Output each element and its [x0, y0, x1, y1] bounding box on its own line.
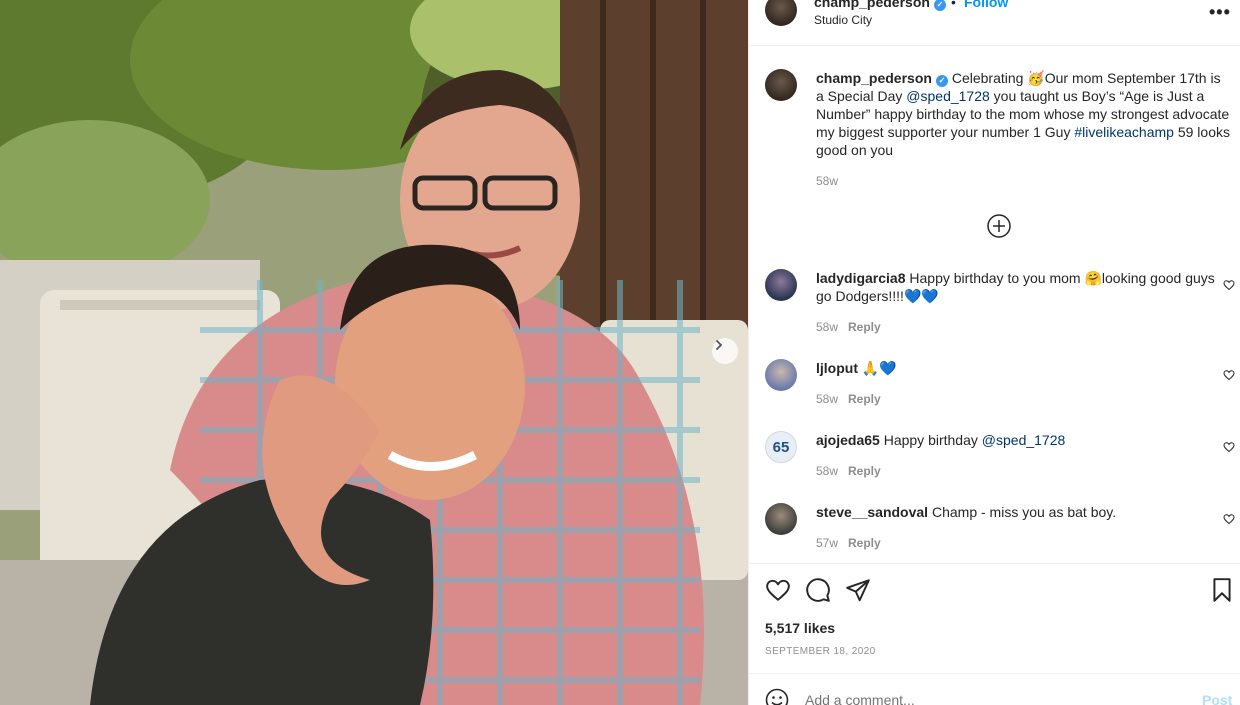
- caption-time[interactable]: 58w: [816, 174, 838, 188]
- comment-username[interactable]: steve__sandoval: [816, 504, 928, 520]
- comment-avatar[interactable]: [765, 359, 797, 391]
- heart-icon[interactable]: [765, 577, 791, 603]
- post-detail-panel: champ_pederson ✓ • Follow Studio City •••…: [748, 0, 1240, 705]
- add-comment-bar: Post: [749, 673, 1240, 705]
- comment-body: Happy birthday: [879, 432, 982, 448]
- header-separator: •: [951, 0, 956, 10]
- post-location[interactable]: Studio City: [814, 13, 872, 27]
- comment-body: 🙏💙: [858, 360, 897, 376]
- verified-badge-icon: ✓: [933, 0, 946, 11]
- plus-circle-icon[interactable]: [987, 214, 1011, 238]
- reply-button[interactable]: Reply: [848, 320, 881, 334]
- comment-time[interactable]: 58w: [816, 464, 838, 478]
- comment-meta: 58w Reply: [816, 392, 881, 406]
- comment-avatar[interactable]: [765, 503, 797, 535]
- comment-time[interactable]: 57w: [816, 536, 838, 550]
- next-photo-button[interactable]: [712, 338, 738, 364]
- post-photo-illustration: [0, 0, 748, 705]
- post-actions: 5,517 likes SEPTEMBER 18, 2020: [749, 563, 1240, 673]
- author-username[interactable]: champ_pederson ✓: [814, 0, 946, 11]
- comment-like-heart-icon[interactable]: [1223, 279, 1235, 291]
- post-date[interactable]: SEPTEMBER 18, 2020: [765, 646, 876, 657]
- emoji-icon[interactable]: [765, 688, 789, 705]
- post-photo: [0, 0, 748, 705]
- caption-hashtag[interactable]: #livelikeachamp: [1074, 124, 1174, 140]
- comment-text: ladydigarcia8 Happy birthday to you mom …: [816, 269, 1231, 305]
- paper-plane-icon[interactable]: [845, 577, 871, 603]
- comment-bubble-icon[interactable]: [805, 577, 831, 603]
- caption-avatar[interactable]: [765, 69, 797, 101]
- caption-username[interactable]: champ_pederson: [816, 70, 932, 86]
- comment-time[interactable]: 58w: [816, 320, 838, 334]
- comment-text: steve__sandoval Champ - miss you as bat …: [816, 503, 1231, 521]
- comment-avatar-label: 65: [772, 438, 790, 456]
- comment-like-heart-icon[interactable]: [1223, 513, 1235, 525]
- comment-body: Champ - miss you as bat boy.: [928, 504, 1117, 520]
- caption-mention[interactable]: @sped_1728: [906, 88, 990, 104]
- comment-mention[interactable]: @sped_1728: [982, 432, 1066, 448]
- bookmark-icon[interactable]: [1209, 577, 1235, 603]
- reply-button[interactable]: Reply: [848, 464, 881, 478]
- comment-avatar[interactable]: [765, 269, 797, 301]
- comment-like-heart-icon[interactable]: [1223, 441, 1235, 453]
- comment-username[interactable]: ljloput: [816, 360, 858, 376]
- follow-button[interactable]: Follow: [964, 0, 1008, 10]
- comment-meta: 57w Reply: [816, 536, 881, 550]
- reply-button[interactable]: Reply: [848, 392, 881, 406]
- comment-username[interactable]: ajojeda65: [816, 432, 880, 448]
- author-avatar[interactable]: [765, 0, 797, 26]
- reply-button[interactable]: Reply: [848, 536, 881, 550]
- comment-text: ljloput 🙏💙: [816, 359, 1231, 377]
- chevron-right-icon: [716, 340, 723, 350]
- comment-meta: 58w Reply: [816, 320, 881, 334]
- comment-avatar[interactable]: 65: [765, 431, 797, 463]
- comment-username[interactable]: ladydigarcia8: [816, 270, 906, 286]
- comment-meta: 58w Reply: [816, 464, 881, 478]
- comment-input[interactable]: [805, 692, 1185, 705]
- comment-time[interactable]: 58w: [816, 392, 838, 406]
- comment-text: ajojeda65 Happy birthday @sped_1728: [816, 431, 1231, 449]
- caption-text: champ_pederson ✓ Celebrating 🥳Our mom Sep…: [816, 69, 1231, 159]
- post-comment-button[interactable]: Post: [1202, 692, 1232, 705]
- like-count[interactable]: 5,517 likes: [765, 620, 835, 636]
- author-username-text[interactable]: champ_pederson: [814, 0, 930, 10]
- post-header: champ_pederson ✓ • Follow Studio City •••: [749, 0, 1240, 46]
- verified-badge-icon: ✓: [935, 75, 948, 87]
- more-options-icon[interactable]: •••: [1209, 2, 1231, 23]
- comment-like-heart-icon[interactable]: [1223, 369, 1235, 381]
